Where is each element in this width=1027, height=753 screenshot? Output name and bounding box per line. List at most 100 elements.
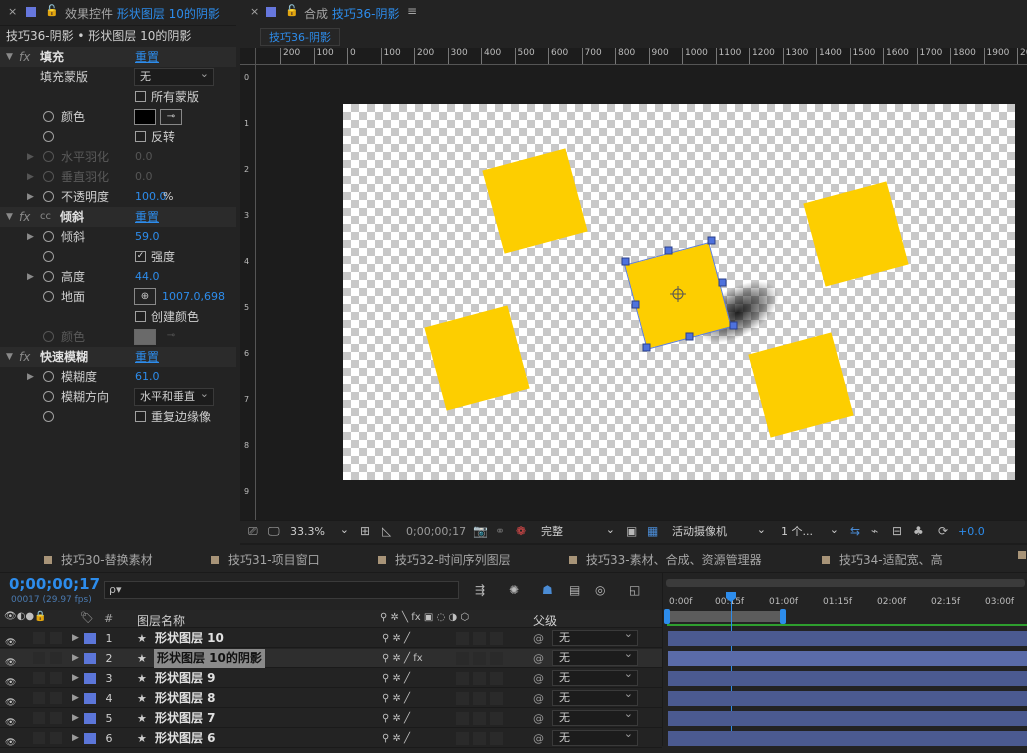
layer-duration-bar[interactable] (668, 731, 1027, 746)
layer-switches[interactable]: ⚲ ✲ ╱ (382, 669, 410, 688)
layer-label-color[interactable] (84, 733, 96, 744)
close-icon[interactable]: × (8, 5, 17, 18)
layer-row[interactable]: 👁 ▶ 4 ★ 形状图层 8 ⚲ ✲ ╱ @ 无 (0, 687, 662, 708)
expand-triangle-icon[interactable]: ▶ (27, 227, 34, 247)
layer-duration-bar[interactable] (668, 671, 1027, 686)
timeline-tab-33[interactable]: 技巧33-素材、合成、资源管理器 (569, 551, 762, 568)
time-ruler[interactable]: 0:00f 00:15f 01:00f 01:15f 02:00f 02:15f 03:00… (663, 597, 1027, 610)
reset-link[interactable]: 重置 (135, 207, 159, 227)
fit-frame-icon[interactable]: ⊞ (360, 524, 370, 538)
section-fill[interactable]: ▼ fx 填充 重置 (0, 47, 236, 67)
handle-bl[interactable] (642, 343, 651, 352)
eyedropper-icon[interactable]: ⊸ (160, 109, 182, 125)
lock-icon[interactable]: 🔓 (285, 4, 299, 17)
lock-icon[interactable]: 🔓 (45, 4, 59, 17)
layer-row[interactable]: 👁 ▶ 1 ★ 形状图层 10 ⚲ ✲ ╱ @ 无 (0, 627, 662, 648)
zoom-dropdown[interactable]: 33.3% ⌄ (287, 523, 353, 541)
solo-toggle[interactable] (33, 692, 45, 704)
switch-cell[interactable] (490, 712, 503, 725)
handle-br[interactable] (729, 321, 738, 330)
expand-triangle-icon[interactable]: ▶ (72, 729, 79, 748)
pickwhip-icon[interactable]: @ (533, 689, 544, 708)
stopwatch-icon[interactable] (43, 131, 54, 142)
fill-mask-dropdown[interactable]: 无 (134, 66, 214, 86)
switch-cell[interactable] (490, 672, 503, 685)
layer-name[interactable]: 形状图层 10 (155, 629, 224, 648)
reset-exposure-icon[interactable]: ⟳ (938, 524, 948, 538)
handle-rm[interactable] (718, 278, 727, 287)
layer-duration-bar[interactable] (668, 651, 1027, 666)
solo-toggle[interactable] (33, 732, 45, 744)
pickwhip-icon[interactable]: @ (533, 649, 544, 668)
lock-toggle[interactable] (50, 632, 62, 644)
anchor-point-icon[interactable] (670, 286, 686, 302)
expand-triangle-icon[interactable]: ▶ (27, 187, 34, 207)
layer-name[interactable]: 形状图层 10的阴影 (154, 649, 265, 668)
lock-toggle[interactable] (50, 732, 62, 744)
expand-triangle-icon[interactable]: ▶ (27, 167, 34, 187)
stopwatch-icon[interactable] (43, 291, 54, 302)
resolution-dropdown[interactable]: 完整 ⌄ (537, 523, 619, 541)
layer-duration-bar[interactable] (668, 631, 1027, 646)
layer-row[interactable]: 👁 ▶ 5 ★ 形状图层 7 ⚲ ✲ ╱ @ 无 (0, 707, 662, 728)
handle-bm[interactable] (685, 332, 694, 341)
work-area-end-handle[interactable] (780, 609, 786, 624)
menu-icon[interactable]: ≡ (407, 4, 417, 18)
invert-checkbox[interactable] (135, 131, 146, 142)
collapse-triangle-icon[interactable]: ▼ (6, 47, 13, 67)
frame-blending-icon[interactable]: ▤ (569, 583, 580, 597)
ground-value[interactable]: 1007.0,698 (162, 287, 225, 307)
camera-dropdown[interactable]: 活动摄像机 ⌄ (668, 523, 770, 541)
views-dropdown[interactable]: 1 个... ⌄ (777, 523, 843, 541)
expand-triangle-icon[interactable]: ▶ (72, 669, 79, 688)
hide-shy-layers-icon[interactable]: ☗ (542, 583, 553, 597)
handle-tl[interactable] (621, 257, 630, 266)
current-time-display[interactable]: 0;00;00;17 (406, 525, 466, 538)
comp-mini-flowchart-icon[interactable]: ⇶ (475, 583, 485, 597)
create-color-checkbox[interactable] (135, 311, 146, 322)
work-area-bar[interactable] (664, 609, 786, 624)
visibility-eye-icon[interactable]: 👁 (5, 734, 16, 753)
timeline-icon[interactable]: ⊟ (892, 524, 902, 538)
layer-label-color[interactable] (84, 653, 96, 664)
skew-value[interactable]: 59.0 (135, 227, 160, 247)
layer-name[interactable]: 形状图层 7 (155, 709, 216, 728)
switch-cell[interactable] (490, 732, 503, 745)
layer-name[interactable]: 形状图层 8 (155, 689, 216, 708)
layer-switches[interactable]: ⚲ ✲ ╱ (382, 629, 410, 648)
comp-breadcrumb-tab[interactable]: 技巧36-阴影 (260, 28, 340, 46)
parent-dropdown[interactable]: 无 (552, 707, 638, 726)
switch-cell[interactable] (456, 632, 469, 645)
flowchart-icon[interactable]: ♣ (913, 524, 924, 538)
collapse-triangle-icon[interactable]: ▼ (6, 347, 13, 367)
expand-triangle-icon[interactable]: ▶ (27, 267, 34, 287)
tab-composition[interactable]: 合成 技巧36-阴影 (304, 5, 399, 22)
lock-toggle[interactable] (50, 672, 62, 684)
expand-triangle-icon[interactable]: ▶ (27, 147, 34, 167)
timeline-tab-34[interactable]: 技巧34-适配宽、高 (822, 551, 943, 568)
opacity-value[interactable]: 100.0 (135, 187, 167, 207)
reset-link[interactable]: 重置 (135, 347, 159, 367)
expand-triangle-icon[interactable]: ▶ (72, 649, 79, 668)
layer-label-color[interactable] (84, 693, 96, 704)
solo-toggle[interactable] (33, 672, 45, 684)
timeline-timecode[interactable]: 0;00;00;17 (9, 575, 100, 593)
stopwatch-icon[interactable] (43, 391, 54, 402)
camera-icon[interactable]: 📷 (473, 524, 488, 538)
header-layer-name[interactable]: 图层名称 (137, 612, 185, 629)
layer-switches[interactable]: ⚲ ✲ ╱ (382, 729, 410, 748)
parent-dropdown[interactable]: 无 (552, 647, 638, 666)
color-channels-icon[interactable]: ❁ (516, 524, 526, 538)
switch-cell[interactable] (456, 732, 469, 745)
draft-3d-icon[interactable]: ✺ (509, 583, 519, 597)
layer-row[interactable]: 👁 ▶ 2 ★ 形状图层 10的阴影 ⚲ ✲ ╱ fx @ 无 (0, 647, 662, 668)
pickwhip-icon[interactable]: @ (533, 669, 544, 688)
timeline-tab-32[interactable]: 技巧32-时间序列图层 (378, 551, 511, 568)
layer-name[interactable]: 形状图层 9 (155, 669, 216, 688)
layer-switches[interactable]: ⚲ ✲ ╱ (382, 689, 410, 708)
section-fast-blur[interactable]: ▼ fx 快速模糊 重置 (0, 347, 236, 367)
switch-cell[interactable] (473, 672, 486, 685)
collapse-triangle-icon[interactable]: ▼ (6, 207, 13, 227)
switch-cell[interactable] (473, 712, 486, 725)
layer-label-color[interactable] (84, 713, 96, 724)
